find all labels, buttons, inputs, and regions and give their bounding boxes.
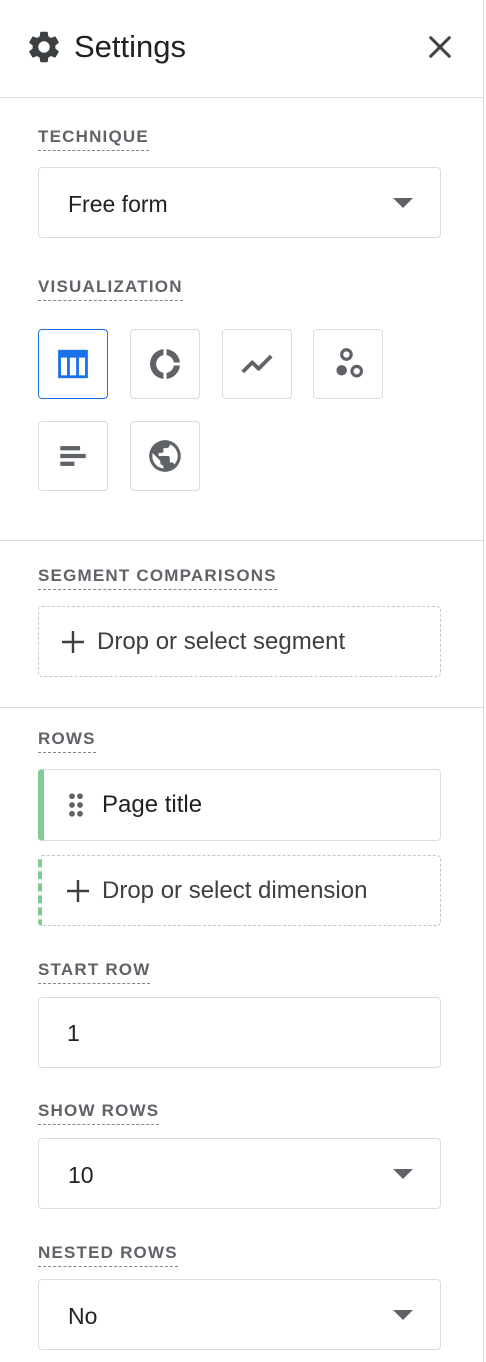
nested-rows-value: No bbox=[68, 1303, 98, 1329]
row-dimension-chip[interactable]: Page title bbox=[38, 769, 441, 841]
rows-label: ROWS bbox=[38, 729, 96, 753]
plus-icon bbox=[62, 631, 84, 653]
show-rows-label: SHOW ROWS bbox=[38, 1101, 160, 1125]
viz-bar-button[interactable] bbox=[38, 421, 108, 491]
line-chart-icon bbox=[241, 354, 273, 374]
segment-drop-zone[interactable]: Drop or select segment bbox=[38, 606, 441, 677]
globe-icon bbox=[149, 440, 181, 472]
dimension-drop-zone[interactable]: Drop or select dimension bbox=[38, 855, 441, 926]
viz-donut-button[interactable] bbox=[130, 329, 200, 399]
nested-rows-select[interactable]: No bbox=[38, 1279, 441, 1350]
bar-chart-icon bbox=[60, 446, 86, 466]
show-rows-select[interactable]: 10 bbox=[38, 1138, 441, 1209]
technique-select[interactable]: Free form bbox=[38, 167, 441, 238]
viz-scatter-button[interactable] bbox=[313, 329, 383, 399]
viz-geo-button[interactable] bbox=[130, 421, 200, 491]
chevron-down-icon bbox=[393, 1310, 413, 1320]
start-row-label: START ROW bbox=[38, 960, 151, 984]
segment-drop-text: Drop or select segment bbox=[97, 628, 346, 655]
close-icon[interactable] bbox=[424, 31, 456, 63]
row-dimension-label: Page title bbox=[102, 791, 203, 818]
technique-value: Free form bbox=[68, 191, 168, 217]
scatter-plot-icon bbox=[336, 348, 364, 378]
section-divider bbox=[0, 707, 484, 708]
donut-chart-icon bbox=[149, 349, 180, 379]
plus-icon bbox=[67, 880, 89, 902]
viz-table-button[interactable] bbox=[38, 329, 108, 399]
start-row-input[interactable] bbox=[67, 1016, 407, 1050]
dimension-drop-text: Drop or select dimension bbox=[102, 877, 368, 904]
settings-panel: Settings TECHNIQUE Free form VISUALIZATI… bbox=[0, 0, 484, 1362]
chevron-down-icon bbox=[393, 1169, 413, 1179]
nested-rows-label: NESTED ROWS bbox=[38, 1243, 178, 1267]
chevron-down-icon bbox=[393, 198, 413, 208]
drag-handle-icon[interactable] bbox=[68, 792, 84, 818]
viz-line-button[interactable] bbox=[222, 329, 292, 399]
panel-header: Settings bbox=[0, 0, 484, 98]
start-row-field[interactable] bbox=[38, 997, 441, 1068]
gear-icon bbox=[29, 31, 59, 63]
technique-label: TECHNIQUE bbox=[38, 127, 149, 151]
segment-comparisons-label: SEGMENT COMPARISONS bbox=[38, 566, 277, 590]
visualization-label: VISUALIZATION bbox=[38, 277, 183, 301]
table-icon bbox=[58, 349, 88, 379]
page-title: Settings bbox=[74, 29, 187, 64]
show-rows-value: 10 bbox=[68, 1162, 94, 1188]
section-divider bbox=[0, 540, 484, 541]
